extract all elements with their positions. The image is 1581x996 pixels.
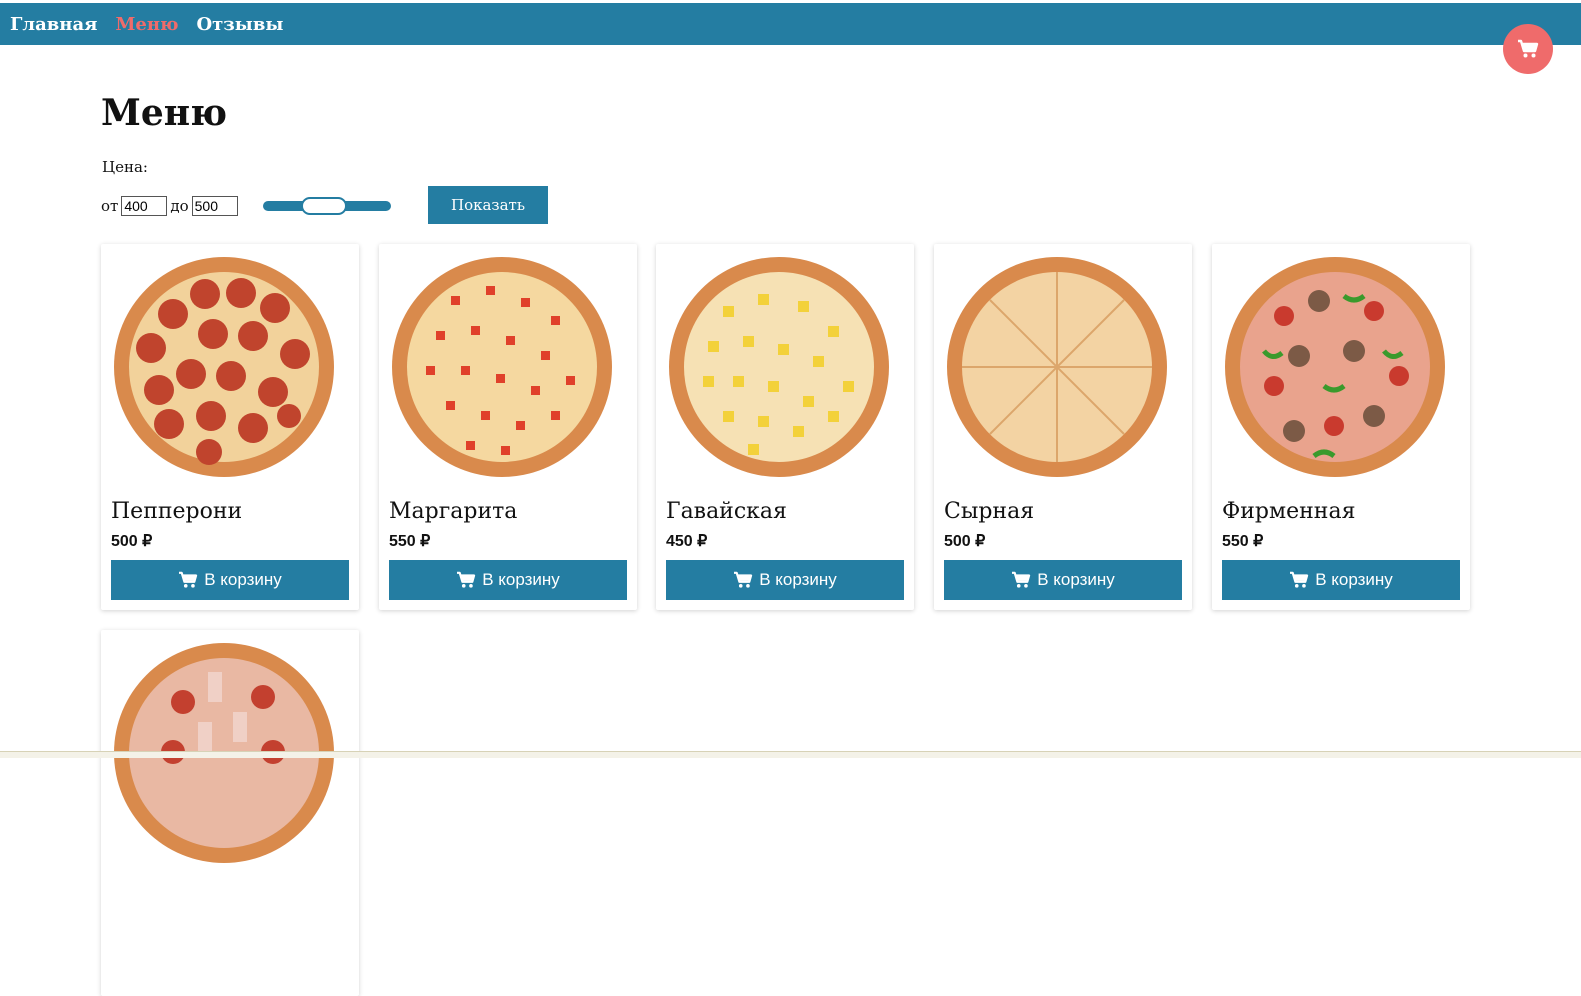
price-from-label: от xyxy=(101,197,119,215)
add-to-cart-button[interactable]: В корзину xyxy=(1222,560,1460,600)
add-to-cart-button[interactable]: В корзину xyxy=(944,560,1182,600)
add-to-cart-label: В корзину xyxy=(759,570,837,589)
add-to-cart-label: В корзину xyxy=(1037,570,1115,589)
nav-links: Главная Меню Отзывы xyxy=(0,3,1581,45)
product-price: 450 ₽ xyxy=(666,533,708,550)
page-title: Меню xyxy=(101,92,228,134)
pepperoni-pizza-image xyxy=(114,257,334,477)
signature-pizza-image xyxy=(1225,257,1445,477)
cart-button[interactable] xyxy=(1503,24,1553,74)
add-to-cart-button[interactable]: В корзину xyxy=(666,560,904,600)
price-filter: от до xyxy=(101,193,391,219)
add-to-cart-label: В корзину xyxy=(1315,570,1393,589)
cart-icon xyxy=(457,571,476,588)
price-range-slider[interactable] xyxy=(262,197,391,215)
product-price: 500 ₽ xyxy=(944,533,986,550)
add-to-cart-label: В корзину xyxy=(204,570,282,589)
price-filter-label: Цена: xyxy=(102,158,148,176)
product-card: Пепперони 500 ₽ В корзину xyxy=(101,244,359,610)
product-name: Маргарита xyxy=(389,499,518,524)
hawaiian-pizza-image xyxy=(669,257,889,477)
product-card: Сырная 500 ₽ В корзину xyxy=(934,244,1192,610)
add-to-cart-button[interactable]: В корзину xyxy=(111,560,349,600)
cart-icon xyxy=(1290,571,1309,588)
product-card: Маргарита 550 ₽ В корзину xyxy=(379,244,637,610)
cart-icon xyxy=(1012,571,1031,588)
margherita-pizza-image xyxy=(392,257,612,477)
price-from-input[interactable] xyxy=(121,196,168,216)
cart-icon xyxy=(734,571,753,588)
nav-link-reviews[interactable]: Отзывы xyxy=(196,14,283,35)
slider-thumb[interactable] xyxy=(300,197,347,215)
cart-icon xyxy=(179,571,198,588)
top-nav-bar: Главная Меню Отзывы xyxy=(0,3,1581,45)
add-to-cart-label: В корзину xyxy=(482,570,560,589)
cart-icon xyxy=(1518,39,1539,58)
show-button[interactable]: Показать xyxy=(428,186,548,224)
cheese-pizza-image xyxy=(947,257,1167,477)
product-card: Фирменная 550 ₽ В корзину xyxy=(1212,244,1470,610)
product-price: 550 ₽ xyxy=(1222,533,1264,550)
add-to-cart-button[interactable]: В корзину xyxy=(389,560,627,600)
price-to-input[interactable] xyxy=(191,196,238,216)
product-name: Фирменная xyxy=(1222,499,1356,524)
product-name: Пепперони xyxy=(111,499,243,524)
price-to-label: до xyxy=(170,197,189,215)
product-name: Гавайская xyxy=(666,499,787,524)
nav-link-home[interactable]: Главная xyxy=(10,14,97,35)
product-price: 550 ₽ xyxy=(389,533,431,550)
product-card xyxy=(101,630,359,996)
product-card: Гавайская 450 ₽ В корзину xyxy=(656,244,914,610)
product-price: 500 ₽ xyxy=(111,533,153,550)
product-name: Сырная xyxy=(944,499,1035,524)
nav-link-menu[interactable]: Меню xyxy=(115,14,178,35)
